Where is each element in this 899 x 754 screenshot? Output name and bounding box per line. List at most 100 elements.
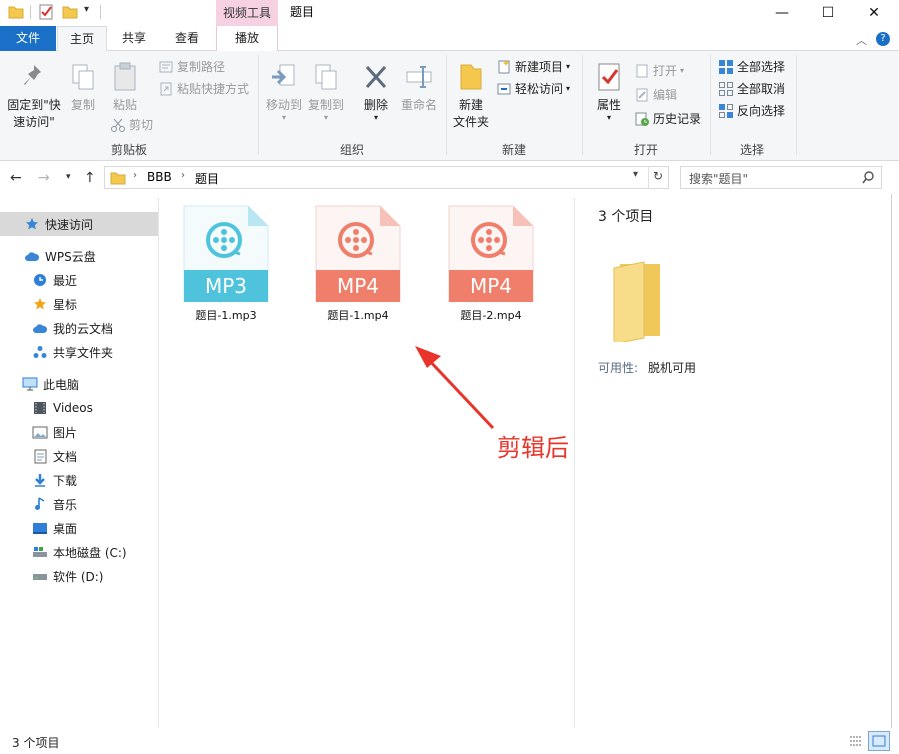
file-item-mp4[interactable]: MP4 题目-2.mp4 <box>445 204 537 324</box>
easy-access-button[interactable]: 轻松访问 ▾ <box>496 79 570 99</box>
file-item-mp3[interactable]: MP3 题目-1.mp3 <box>180 204 272 324</box>
folder-icon[interactable] <box>8 4 24 20</box>
organize-group-label: 组织 <box>339 143 364 157</box>
search-input[interactable]: 搜索"题目" <box>680 166 882 189</box>
minimize-button[interactable]: — <box>759 0 805 26</box>
back-arrow-icon[interactable]: ← <box>10 170 22 186</box>
invert-selection-button[interactable]: 反向选择 <box>718 101 785 121</box>
delete-button[interactable]: 删除 ▾ <box>358 61 394 122</box>
recent-locations-chevron-icon[interactable]: ▾ <box>66 172 71 182</box>
copy-button[interactable]: 复制 <box>64 61 102 114</box>
open-label: 打开 <box>653 64 678 78</box>
nav-item-documents[interactable]: 文档 <box>0 444 158 468</box>
edit-button[interactable]: 编辑 <box>634 85 677 105</box>
search-icon[interactable] <box>861 170 875 187</box>
paste-shortcut-button[interactable]: 粘贴快捷方式 <box>158 79 249 99</box>
nav-item-my-cloud-docs[interactable]: 我的云文档 <box>0 316 158 340</box>
scissors-icon <box>111 118 125 132</box>
paste-button[interactable]: 粘贴 <box>104 61 146 114</box>
move-to-button[interactable]: 移动到 ▾ <box>264 61 304 122</box>
cut-button[interactable]: 剪切 <box>110 115 153 135</box>
nav-item-videos[interactable]: Videos <box>0 396 158 420</box>
copy-to-button[interactable]: 复制到 ▾ <box>306 61 346 122</box>
drive-icon <box>32 568 48 584</box>
open-button[interactable]: 打开 ▾ <box>634 61 684 81</box>
file-item-mp4[interactable]: MP4 题目-1.mp4 <box>312 204 404 324</box>
group-divider <box>710 55 711 155</box>
file-name: 题目-1.mp3 <box>195 309 257 322</box>
forward-arrow-icon[interactable]: → <box>38 170 50 186</box>
refresh-icon[interactable]: ↻ <box>653 169 663 183</box>
maximize-button[interactable]: ☐ <box>805 0 851 26</box>
help-icon[interactable]: ? <box>876 32 890 46</box>
nav-item-this-pc[interactable]: 此电脑 <box>0 372 158 396</box>
customize-dropdown-icon[interactable]: ▾ <box>84 4 89 15</box>
dropdown-icon: ▾ <box>566 62 571 71</box>
new-folder-button[interactable]: 新建 文件夹 <box>450 61 492 131</box>
tab-share[interactable]: 共享 <box>110 26 158 51</box>
invert-selection-label: 反向选择 <box>737 104 786 118</box>
rename-button[interactable]: 重命名 <box>398 61 440 114</box>
nav-item-downloads[interactable]: 下载 <box>0 468 158 492</box>
move-to-icon <box>272 64 295 86</box>
nav-item-wps-cloud[interactable]: WPS云盘 <box>0 244 158 268</box>
dropdown-icon: ▾ <box>323 113 328 122</box>
copy-path-button[interactable]: 复制路径 <box>158 57 225 77</box>
cloud-icon <box>32 320 48 336</box>
star-icon <box>32 296 48 312</box>
collapse-ribbon-icon[interactable]: ︿ <box>856 32 867 48</box>
details-view-icon[interactable] <box>848 733 864 752</box>
new-item-button[interactable]: 新建项目 ▾ <box>496 57 570 77</box>
easy-access-icon <box>497 83 511 95</box>
tab-file[interactable]: 文件 <box>0 26 56 51</box>
file-name: 题目-2.mp4 <box>460 309 522 322</box>
breadcrumb-chevron-icon[interactable]: › <box>133 170 137 181</box>
status-bar: 3 个项目 <box>0 728 899 754</box>
nav-item-desktop[interactable]: 桌面 <box>0 516 158 540</box>
drive-icon <box>32 544 48 560</box>
tab-home[interactable]: 主页 <box>57 26 107 52</box>
nav-item-music[interactable]: 音乐 <box>0 492 158 516</box>
up-arrow-icon[interactable]: ↑ <box>84 170 96 186</box>
edit-label: 编辑 <box>653 88 678 102</box>
pin-to-quick-access-button[interactable]: 固定到"快 速访问" <box>4 61 64 131</box>
nav-item-starred[interactable]: 星标 <box>0 292 158 316</box>
breadcrumb-item[interactable]: BBB <box>147 170 172 184</box>
clock-icon <box>32 272 48 288</box>
tab-play[interactable]: 播放 <box>216 26 278 51</box>
select-none-label: 全部取消 <box>737 82 786 96</box>
copy-to-label: 复制到 <box>307 98 344 112</box>
address-dropdown-icon[interactable]: ▾ <box>633 169 638 180</box>
desktop-icon <box>32 520 48 536</box>
close-button[interactable]: ✕ <box>851 0 897 26</box>
nav-label: 我的云文档 <box>53 321 114 336</box>
properties-button[interactable]: 属性 ▾ <box>590 61 628 122</box>
group-divider <box>446 55 447 155</box>
copy-label: 复制 <box>70 98 95 112</box>
nav-item-quick-access[interactable]: 快速访问 <box>0 212 158 236</box>
film-icon <box>32 400 48 416</box>
maximize-icon: ☐ <box>821 5 835 21</box>
nav-item-local-disk-c[interactable]: 本地磁盘 (C:) <box>0 540 158 564</box>
select-all-button[interactable]: 全部选择 <box>718 57 785 77</box>
context-tab-group-label: 视频工具 <box>216 0 278 26</box>
breadcrumb-chevron-icon[interactable]: › <box>181 170 185 181</box>
history-button[interactable]: 历史记录 <box>634 109 701 129</box>
address-bar[interactable]: › BBB › 题目 ▾ ↻ <box>104 166 669 189</box>
select-all-icon <box>719 60 733 74</box>
search-placeholder: 搜索"题目" <box>689 172 749 186</box>
nav-item-software-disk-d[interactable]: 软件 (D:) <box>0 564 158 588</box>
large-icons-view-icon[interactable] <box>868 731 890 751</box>
nav-item-recent[interactable]: 最近 <box>0 268 158 292</box>
file-name: 题目-1.mp4 <box>327 309 389 322</box>
select-none-button[interactable]: 全部取消 <box>718 79 785 99</box>
new-folder-icon[interactable] <box>62 4 78 20</box>
nav-item-shared-folder[interactable]: 共享文件夹 <box>0 340 158 364</box>
breadcrumb-item[interactable]: 题目 <box>195 170 219 187</box>
tab-view[interactable]: 查看 <box>162 26 212 51</box>
file-type-badge: MP4 <box>336 274 380 298</box>
dropdown-icon: ▾ <box>566 84 571 93</box>
nav-item-pictures[interactable]: 图片 <box>0 420 158 444</box>
properties-icon[interactable] <box>38 4 54 20</box>
picture-icon <box>32 424 48 440</box>
